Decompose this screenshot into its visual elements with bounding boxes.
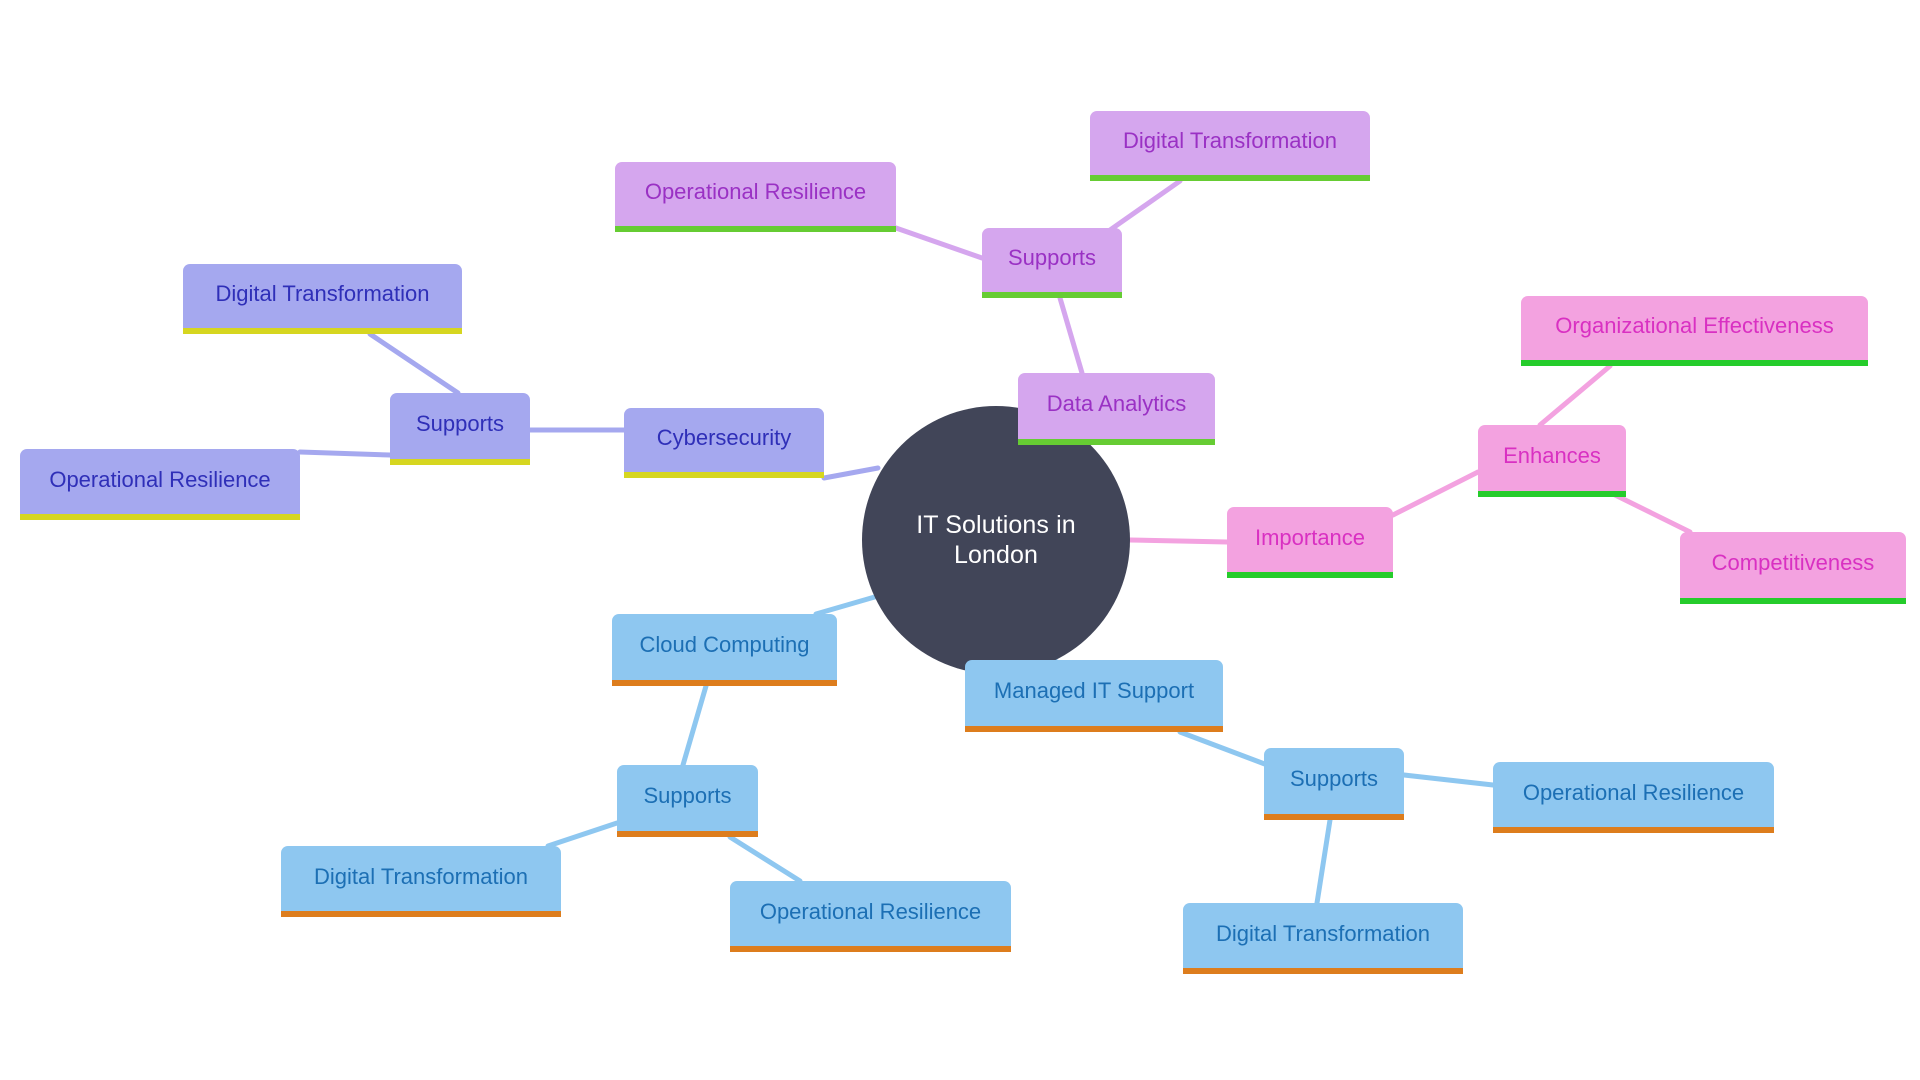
node-peri_supports[interactable]: Supports — [390, 393, 530, 465]
node-label-blue_oprl_right: Operational Resilience — [1522, 779, 1745, 805]
node-label-blue_supports_left: Supports — [643, 783, 732, 809]
node-label-peri_digital: Digital Transformation — [215, 281, 430, 307]
node-underline-competitiveness — [1680, 598, 1906, 604]
node-underline-org_effectiveness — [1521, 360, 1868, 366]
node-underline-peri_digital — [183, 328, 462, 334]
node-layer: IT Solutions in London Cybersecurity Supp… — [0, 0, 1920, 1080]
node-blue_digital_left[interactable]: Digital Transformation — [281, 846, 561, 917]
node-label-blue_supports_right: Supports — [1289, 766, 1379, 792]
node-label-purple_supports: Supports — [1007, 245, 1097, 271]
node-cloud_computing[interactable]: Cloud Computing — [612, 614, 837, 686]
node-underline-importance — [1227, 572, 1393, 578]
node-underline-purple_digital — [1090, 175, 1370, 181]
node-competitiveness[interactable]: Competitiveness — [1680, 532, 1906, 604]
node-underline-purple_supports — [982, 292, 1122, 298]
central-node[interactable]: IT Solutions in London — [862, 406, 1130, 674]
node-blue_supports_right[interactable]: Supports — [1264, 748, 1404, 820]
node-underline-managed_it — [965, 726, 1223, 732]
node-underline-blue_digital_right — [1183, 968, 1463, 974]
node-label-cloud_computing: Cloud Computing — [639, 632, 810, 658]
node-underline-purple_oprl — [615, 226, 896, 232]
node-underline-peri_supports — [390, 459, 530, 465]
node-underline-cloud_computing — [612, 680, 837, 686]
node-label-blue_digital_left: Digital Transformation — [314, 863, 528, 889]
mindmap-canvas: IT Solutions in London Cybersecurity Supp… — [0, 0, 1920, 1080]
node-label-peri_oprl: Operational Resilience — [49, 466, 271, 492]
node-peri_oprl[interactable]: Operational Resilience — [20, 449, 300, 520]
node-underline-blue_oprl_left — [730, 946, 1011, 952]
node-label-importance: Importance — [1254, 524, 1366, 550]
node-underline-data_analytics — [1018, 439, 1215, 445]
node-label-data_analytics: Data Analytics — [1046, 391, 1187, 417]
node-label-org_effectiveness: Organizational Effectiveness — [1555, 313, 1834, 339]
central-node-label: IT Solutions in London — [916, 511, 1076, 569]
node-label-managed_it: Managed IT Support — [993, 678, 1195, 704]
node-label-blue_oprl_left: Operational Resilience — [759, 898, 982, 924]
node-peri_digital[interactable]: Digital Transformation — [183, 264, 462, 334]
node-purple_digital[interactable]: Digital Transformation — [1090, 111, 1370, 181]
node-underline-blue_supports_right — [1264, 814, 1404, 820]
node-underline-peri_oprl — [20, 514, 300, 520]
node-blue_supports_left[interactable]: Supports — [617, 765, 758, 837]
node-label-purple_oprl: Operational Resilience — [644, 179, 867, 205]
node-label-blue_digital_right: Digital Transformation — [1216, 920, 1430, 946]
node-purple_supports[interactable]: Supports — [982, 228, 1122, 298]
node-data_analytics[interactable]: Data Analytics — [1018, 373, 1215, 445]
node-label-competitiveness: Competitiveness — [1711, 550, 1875, 576]
node-cybersecurity[interactable]: Cybersecurity — [624, 408, 824, 478]
node-underline-enhances — [1478, 491, 1626, 497]
node-label-cybersecurity: Cybersecurity — [656, 425, 792, 451]
node-managed_it[interactable]: Managed IT Support — [965, 660, 1223, 732]
node-org_effectiveness[interactable]: Organizational Effectiveness — [1521, 296, 1868, 366]
node-label-purple_digital: Digital Transformation — [1123, 128, 1337, 154]
node-enhances[interactable]: Enhances — [1478, 425, 1626, 497]
node-blue_oprl_left[interactable]: Operational Resilience — [730, 881, 1011, 952]
node-label-enhances: Enhances — [1503, 443, 1601, 469]
node-underline-blue_supports_left — [617, 831, 758, 837]
node-importance[interactable]: Importance — [1227, 507, 1393, 578]
node-underline-blue_digital_left — [281, 911, 561, 917]
node-underline-cybersecurity — [624, 472, 824, 478]
node-purple_oprl[interactable]: Operational Resilience — [615, 162, 896, 232]
node-underline-blue_oprl_right — [1493, 827, 1774, 833]
node-label-peri_supports: Supports — [415, 411, 505, 437]
node-blue_oprl_right[interactable]: Operational Resilience — [1493, 762, 1774, 833]
node-blue_digital_right[interactable]: Digital Transformation — [1183, 903, 1463, 974]
